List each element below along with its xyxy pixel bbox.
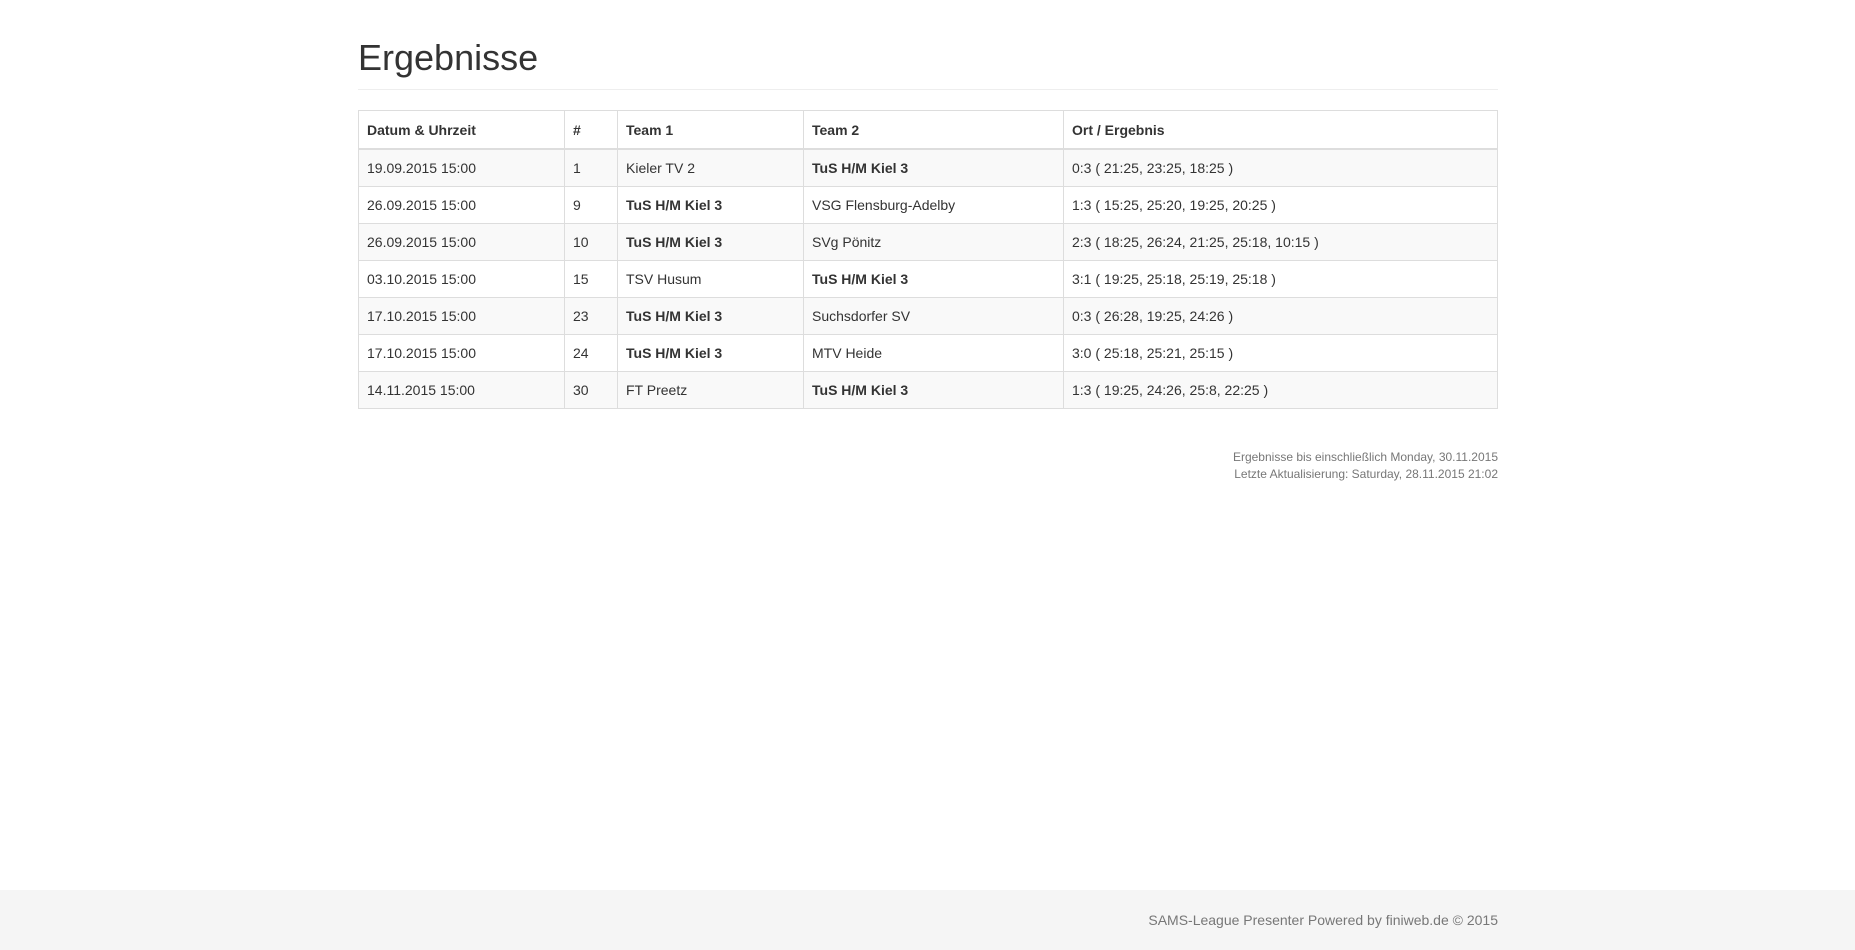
cell-team1: Kieler TV 2 [617, 148, 804, 187]
cell-team2: VSG Flensburg-Adelby [803, 186, 1064, 224]
table-row: 17.10.2015 15:00 24 TuS H/M Kiel 3 MTV H… [358, 334, 1498, 372]
column-header-number: # [564, 110, 618, 150]
cell-team2: TuS H/M Kiel 3 [803, 371, 1064, 409]
cell-team1: TuS H/M Kiel 3 [617, 334, 804, 372]
main-container: Ergebnisse Datum & Uhrzeit # Team 1 Team… [358, 0, 1498, 483]
table-row: 26.09.2015 15:00 9 TuS H/M Kiel 3 VSG Fl… [358, 186, 1498, 224]
table-row: 14.11.2015 15:00 30 FT Preetz TuS H/M Ki… [358, 371, 1498, 409]
cell-result: 0:3 ( 26:28, 19:25, 24:26 ) [1063, 297, 1498, 335]
footer-credit: SAMS-League Presenter Powered by finiweb… [1148, 912, 1498, 928]
column-header-team2: Team 2 [803, 110, 1064, 150]
cell-result: 3:0 ( 25:18, 25:21, 25:15 ) [1063, 334, 1498, 372]
cell-result: 2:3 ( 18:25, 26:24, 21:25, 25:18, 10:15 … [1063, 223, 1498, 261]
header-row: Datum & Uhrzeit # Team 1 Team 2 Ort / Er… [358, 110, 1498, 150]
cell-result: 3:1 ( 19:25, 25:18, 25:19, 25:18 ) [1063, 260, 1498, 298]
cell-datetime: 03.10.2015 15:00 [358, 260, 565, 298]
cell-number: 15 [564, 260, 618, 298]
cell-datetime: 19.09.2015 15:00 [358, 148, 565, 187]
cell-datetime: 26.09.2015 15:00 [358, 186, 565, 224]
cell-team2: TuS H/M Kiel 3 [803, 148, 1064, 187]
page-header: Ergebnisse [358, 36, 1498, 90]
cell-team1: FT Preetz [617, 371, 804, 409]
column-header-result: Ort / Ergebnis [1063, 110, 1498, 150]
cell-team2: SVg Pönitz [803, 223, 1064, 261]
cell-team2: MTV Heide [803, 334, 1064, 372]
cell-datetime: 17.10.2015 15:00 [358, 334, 565, 372]
cell-result: 1:3 ( 19:25, 24:26, 25:8, 22:25 ) [1063, 371, 1498, 409]
last-update-text: Letzte Aktualisierung: Saturday, 28.11.2… [1234, 467, 1498, 481]
cell-datetime: 26.09.2015 15:00 [358, 223, 565, 261]
results-table-body: 19.09.2015 15:00 1 Kieler TV 2 TuS H/M K… [358, 148, 1498, 409]
cell-team1: TuS H/M Kiel 3 [617, 186, 804, 224]
cell-team1: TSV Husum [617, 260, 804, 298]
page-title: Ergebnisse [358, 37, 539, 78]
results-meta: Ergebnisse bis einschließlich Monday, 30… [358, 449, 1498, 483]
cell-team2: TuS H/M Kiel 3 [803, 260, 1064, 298]
column-header-datetime: Datum & Uhrzeit [358, 110, 565, 150]
cell-team1: TuS H/M Kiel 3 [617, 297, 804, 335]
table-row: 17.10.2015 15:00 23 TuS H/M Kiel 3 Suchs… [358, 297, 1498, 335]
page: Ergebnisse Datum & Uhrzeit # Team 1 Team… [0, 0, 1855, 950]
cell-result: 0:3 ( 21:25, 23:25, 18:25 ) [1063, 148, 1498, 187]
cell-number: 24 [564, 334, 618, 372]
cell-number: 10 [564, 223, 618, 261]
footer: SAMS-League Presenter Powered by finiweb… [0, 890, 1855, 950]
results-until-text: Ergebnisse bis einschließlich Monday, 30… [1232, 450, 1498, 464]
cell-result: 1:3 ( 15:25, 25:20, 19:25, 20:25 ) [1063, 186, 1498, 224]
table-row: 26.09.2015 15:00 10 TuS H/M Kiel 3 SVg P… [358, 223, 1498, 261]
cell-datetime: 14.11.2015 15:00 [358, 371, 565, 409]
cell-number: 30 [564, 371, 618, 409]
cell-team1: TuS H/M Kiel 3 [617, 223, 804, 261]
cell-number: 1 [564, 148, 618, 187]
column-header-team1: Team 1 [617, 110, 804, 150]
cell-datetime: 17.10.2015 15:00 [358, 297, 565, 335]
cell-number: 23 [564, 297, 618, 335]
results-table-header: Datum & Uhrzeit # Team 1 Team 2 Ort / Er… [358, 110, 1498, 150]
table-row: 03.10.2015 15:00 15 TSV Husum TuS H/M Ki… [358, 260, 1498, 298]
results-table: Datum & Uhrzeit # Team 1 Team 2 Ort / Er… [358, 110, 1498, 409]
cell-team2: Suchsdorfer SV [803, 297, 1064, 335]
cell-number: 9 [564, 186, 618, 224]
table-row: 19.09.2015 15:00 1 Kieler TV 2 TuS H/M K… [358, 148, 1498, 187]
